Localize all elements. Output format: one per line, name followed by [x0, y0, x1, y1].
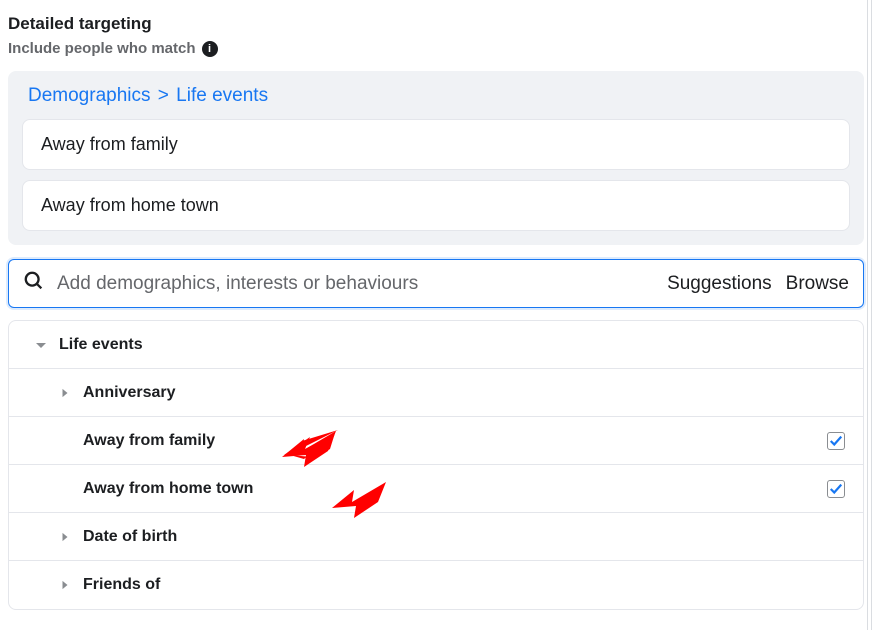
breadcrumb-separator: >: [158, 85, 169, 106]
browse-button[interactable]: Browse: [786, 273, 849, 295]
search-input[interactable]: [57, 273, 667, 295]
search-row[interactable]: Suggestions Browse: [8, 259, 864, 308]
right-border: [867, 0, 868, 630]
selected-item[interactable]: Away from family: [22, 119, 850, 170]
list-item-label: Friends of: [83, 576, 849, 594]
chevron-down-icon[interactable]: [23, 339, 59, 351]
chevron-right-icon[interactable]: [47, 532, 83, 542]
list-item-label: Date of birth: [83, 528, 849, 546]
checkbox[interactable]: [827, 432, 845, 450]
check-icon: [829, 482, 843, 496]
check-icon: [829, 434, 843, 448]
list-panel: Life events Anniversary Away from family…: [8, 320, 864, 610]
breadcrumb: Demographics > Life events: [22, 85, 850, 107]
list-item-label: Away from home town: [83, 480, 827, 498]
selected-item[interactable]: Away from home town: [22, 180, 850, 231]
selected-panel: Demographics > Life events Away from fam…: [8, 71, 864, 245]
list-header-label: Life events: [59, 336, 849, 354]
checkbox[interactable]: [827, 480, 845, 498]
list-item[interactable]: Date of birth: [9, 513, 863, 561]
section-title: Detailed targeting: [8, 14, 864, 34]
list-item-label: Away from family: [83, 432, 827, 450]
list-item[interactable]: Away from home town: [9, 465, 863, 513]
list-item[interactable]: Friends of: [9, 561, 863, 609]
subtitle: Include people who match: [8, 40, 196, 57]
list-item-label: Anniversary: [83, 384, 849, 402]
list-header-row[interactable]: Life events: [9, 321, 863, 369]
chevron-right-icon[interactable]: [47, 388, 83, 398]
suggestions-button[interactable]: Suggestions: [667, 273, 772, 295]
breadcrumb-current[interactable]: Life events: [176, 85, 268, 106]
breadcrumb-root[interactable]: Demographics: [28, 85, 151, 106]
chevron-right-icon[interactable]: [47, 580, 83, 590]
search-icon: [23, 270, 45, 297]
list-item[interactable]: Anniversary: [9, 369, 863, 417]
list-item[interactable]: Away from family: [9, 417, 863, 465]
info-icon[interactable]: i: [202, 41, 218, 57]
